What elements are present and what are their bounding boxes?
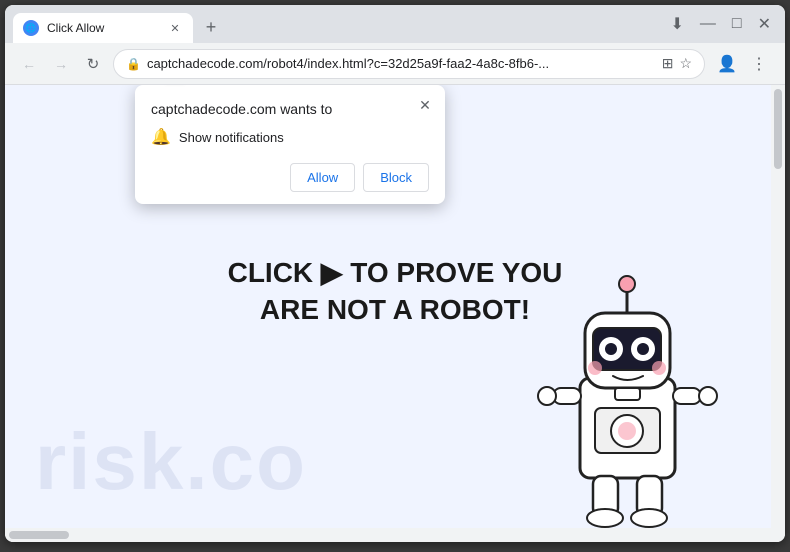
notification-popup: ✕ captchadecode.com wants to 🔔 Show noti… bbox=[135, 85, 445, 204]
translate-icon[interactable]: ⊞ bbox=[662, 55, 674, 72]
popup-title: captchadecode.com wants to bbox=[151, 101, 429, 117]
forward-button[interactable]: → bbox=[49, 52, 73, 76]
bell-icon: 🔔 bbox=[151, 127, 171, 147]
maximize-button[interactable]: □ bbox=[728, 13, 746, 35]
minimize-button[interactable]: — bbox=[696, 13, 720, 35]
new-tab-button[interactable]: + bbox=[197, 13, 225, 41]
lock-icon: 🔒 bbox=[126, 57, 141, 71]
tab-title: Click Allow bbox=[47, 21, 159, 35]
browser-window: 🌐 Click Allow ✕ + ⬇ — □ ✕ ← → ↻ 🔒 captch… bbox=[5, 5, 785, 542]
popup-close-button[interactable]: ✕ bbox=[415, 95, 435, 115]
popup-buttons: Allow Block bbox=[151, 163, 429, 192]
account-button[interactable]: 👤 bbox=[713, 50, 741, 78]
star-icon[interactable]: ☆ bbox=[679, 55, 692, 72]
main-heading: CLICK ▶ TO PROVE YOU ARE NOT A ROBOT! bbox=[228, 255, 563, 328]
page-content: ✕ captchadecode.com wants to 🔔 Show noti… bbox=[5, 85, 785, 528]
tab-strip: 🌐 Click Allow ✕ + bbox=[5, 5, 667, 43]
menu-button[interactable]: ⋮ bbox=[745, 50, 773, 78]
vertical-scrollbar[interactable] bbox=[771, 85, 785, 528]
horizontal-scrollbar[interactable] bbox=[5, 528, 785, 542]
close-button[interactable]: ✕ bbox=[754, 12, 775, 36]
watermark-text: risk.co bbox=[35, 416, 307, 508]
popup-permission-row: 🔔 Show notifications bbox=[151, 127, 429, 147]
address-bar-right: 👤 ⋮ bbox=[713, 50, 773, 78]
tab-close-button[interactable]: ✕ bbox=[167, 20, 183, 36]
back-button[interactable]: ← bbox=[17, 52, 41, 76]
main-text-area: CLICK ▶ TO PROVE YOU ARE NOT A ROBOT! bbox=[228, 255, 563, 328]
block-button[interactable]: Block bbox=[363, 163, 429, 192]
title-bar: 🌐 Click Allow ✕ + ⬇ — □ ✕ bbox=[5, 5, 785, 43]
heading-line1: CLICK ▶ TO PROVE YOU bbox=[228, 257, 563, 288]
allow-button[interactable]: Allow bbox=[290, 163, 355, 192]
horizontal-scrollbar-thumb[interactable] bbox=[9, 531, 69, 539]
heading-line2: ARE NOT A ROBOT! bbox=[260, 294, 530, 325]
active-tab[interactable]: 🌐 Click Allow ✕ bbox=[13, 13, 193, 43]
tab-favicon: 🌐 bbox=[23, 20, 39, 36]
download-icon[interactable]: ⬇ bbox=[667, 12, 688, 36]
url-right-icons: ⊞ ☆ bbox=[662, 55, 692, 72]
address-bar: ← → ↻ 🔒 captchadecode.com/robot4/index.h… bbox=[5, 43, 785, 85]
reload-button[interactable]: ↻ bbox=[81, 52, 105, 76]
window-controls: ⬇ — □ ✕ bbox=[667, 5, 785, 43]
url-text: captchadecode.com/robot4/index.html?c=32… bbox=[147, 56, 656, 71]
popup-permission-text: Show notifications bbox=[179, 130, 284, 145]
url-bar[interactable]: 🔒 captchadecode.com/robot4/index.html?c=… bbox=[113, 49, 705, 79]
scrollbar-thumb[interactable] bbox=[774, 89, 782, 169]
